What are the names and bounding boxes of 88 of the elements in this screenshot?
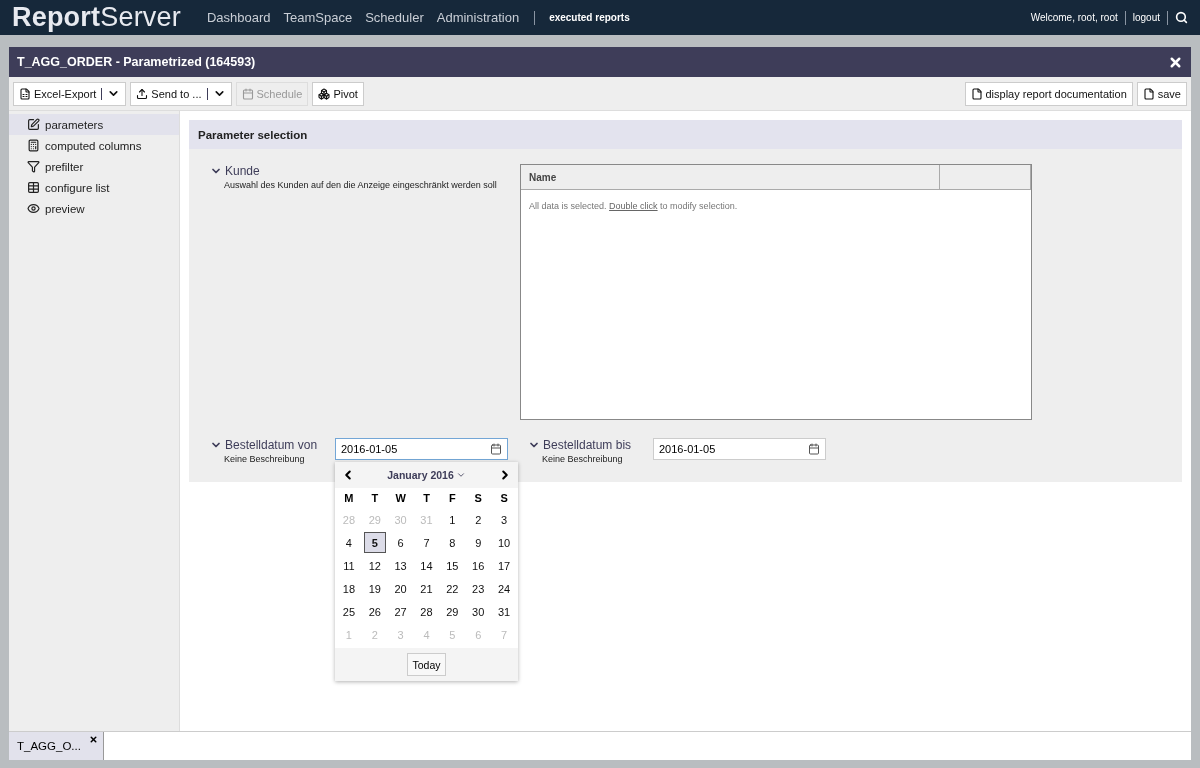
weekday-label: W (394, 491, 407, 506)
parameter-label: Bestelldatum von (225, 438, 318, 452)
close-icon[interactable] (1168, 54, 1183, 70)
calendar-day[interactable]: 24 (493, 578, 515, 599)
panel-title: Parameter selection (189, 120, 1182, 149)
caret-icon (455, 470, 466, 480)
boxes-icon (318, 87, 331, 100)
double-click-link[interactable]: Double click (609, 201, 658, 211)
calendar-icon[interactable] (490, 443, 502, 455)
calendar-day[interactable]: 8 (441, 532, 464, 553)
calendar-day[interactable]: 22 (441, 578, 464, 599)
calendar-day[interactable]: 6 (389, 532, 412, 553)
sidebar-item[interactable]: preview (9, 198, 179, 219)
nav-link[interactable]: Administration (436, 10, 520, 25)
sidebar-item[interactable]: prefilter (9, 156, 179, 177)
calendar-day[interactable]: 26 (363, 601, 386, 622)
welcome-text: Welcome, root, root (1030, 12, 1118, 23)
calendar-day[interactable]: 29 (441, 601, 464, 622)
parameter-label: Bestelldatum bis (543, 438, 632, 452)
calendar-day[interactable]: 15 (441, 555, 464, 576)
report-tab[interactable]: T_AGG_O... (9, 732, 104, 760)
edit-icon (27, 118, 40, 131)
calendar-day[interactable]: 1 (441, 509, 464, 530)
nav-link[interactable]: Dashboard (206, 10, 271, 25)
calendar-day[interactable]: 13 (389, 555, 412, 576)
calendar-day[interactable]: 18 (338, 578, 360, 599)
date-field[interactable]: 2016-01-05 (653, 438, 826, 460)
calendar-day[interactable]: 12 (363, 555, 386, 576)
toolbar-button[interactable]: Pivot (312, 81, 364, 106)
calendar-day[interactable]: 3 (493, 509, 515, 530)
calendar-day[interactable]: 23 (467, 578, 490, 599)
today-button[interactable]: Today (407, 653, 446, 676)
parameter-description: Auswahl des Kunden auf den die Anzeige eingeschränkt werden soll (223, 180, 498, 190)
nav-link[interactable]: TeamSpace (283, 10, 353, 25)
parameter-description: Keine Beschreibung (541, 454, 624, 464)
sidebar-item[interactable]: computed columns (9, 135, 179, 156)
calendar-day[interactable]: 16 (467, 555, 490, 576)
sidebar-item[interactable]: parameters (9, 114, 179, 135)
calendar-day[interactable]: 7 (415, 532, 438, 553)
sidebar-item[interactable]: configure list (9, 177, 179, 198)
filter-icon (27, 160, 40, 173)
calendar-day[interactable]: 17 (493, 555, 515, 576)
document-icon (970, 87, 983, 100)
toolbar-button[interactable]: save (1136, 81, 1187, 106)
eye-icon (27, 202, 40, 215)
calendar-day[interactable]: 21 (415, 578, 438, 599)
weekday-label: T (370, 491, 380, 506)
toolbar-button[interactable]: Excel-Export (13, 81, 127, 106)
current-section[interactable]: executed reports (549, 12, 630, 23)
spreadsheet-icon (19, 87, 31, 100)
calendar-day[interactable]: 10 (493, 532, 515, 553)
toolbar-button[interactable]: display report documentation (964, 81, 1133, 106)
toolbar-button[interactable]: Send to ... (130, 81, 232, 106)
document-icon (1142, 87, 1155, 100)
upload-icon (136, 87, 149, 100)
calendar-day[interactable]: 28 (415, 601, 438, 622)
calendar-day[interactable]: 14 (415, 555, 438, 576)
weekday-label: M (343, 491, 355, 506)
calendar-day[interactable]: 9 (467, 532, 490, 553)
table-icon (27, 181, 40, 194)
app-logo[interactable]: ReportServer (12, 2, 181, 33)
calendar-day[interactable]: 25 (338, 601, 360, 622)
close-icon[interactable] (89, 735, 98, 744)
calendar-day[interactable]: 20 (389, 578, 412, 599)
weekday-label: S (499, 491, 509, 506)
calendar-day[interactable]: 30 (467, 601, 490, 622)
nav-link[interactable]: Scheduler (365, 10, 424, 25)
calendar-icon (241, 87, 254, 100)
calculator-icon (27, 139, 40, 152)
calendar-day[interactable]: 11 (338, 555, 360, 576)
window-title: T_AGG_ORDER - Parametrized (164593) (17, 55, 256, 69)
selection-message: All data is selected. Double click to modify selection. (528, 200, 739, 213)
calendar-day[interactable]: 19 (363, 578, 386, 599)
weekday-label: S (473, 491, 483, 506)
calendar-day[interactable]: 2 (467, 509, 490, 530)
search-icon[interactable] (1175, 11, 1188, 24)
month-selector[interactable]: January 2016 (387, 469, 466, 481)
calendar-day[interactable]: 5 (363, 532, 386, 553)
weekday-label: T (422, 491, 431, 506)
calendar-day[interactable]: 4 (338, 532, 360, 553)
calendar-day[interactable]: 31 (493, 601, 515, 622)
logout-link[interactable]: logout (1132, 12, 1160, 23)
parameter-description: Keine Beschreibung (223, 454, 306, 464)
calendar-icon[interactable] (808, 443, 820, 455)
weekday-label: F (448, 491, 457, 506)
calendar-day[interactable]: 27 (389, 601, 412, 622)
date-field[interactable]: 2016-01-05 (335, 438, 508, 460)
parameter-label: Kunde (225, 164, 260, 178)
